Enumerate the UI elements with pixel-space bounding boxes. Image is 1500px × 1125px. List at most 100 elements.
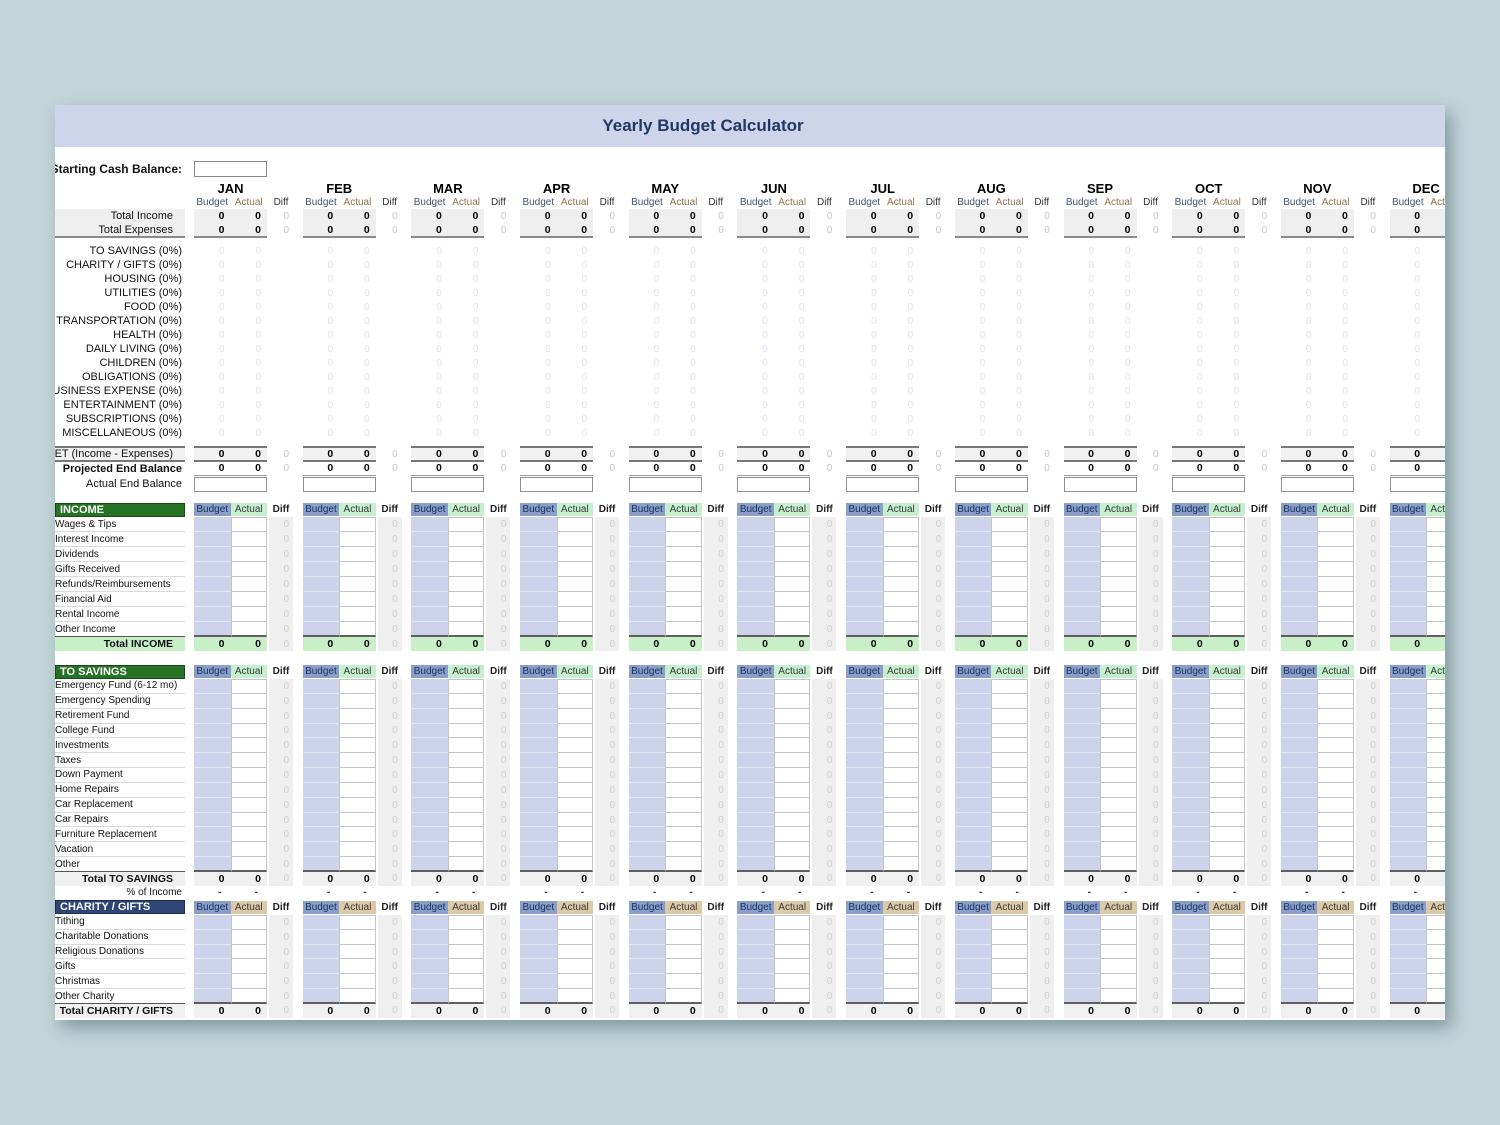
- actual-input-cell[interactable]: [1426, 945, 1445, 960]
- budget-input-cell[interactable]: [629, 945, 666, 960]
- actual-input-cell[interactable]: [557, 607, 594, 622]
- budget-input-cell[interactable]: [194, 783, 231, 798]
- budget-input-cell[interactable]: [303, 724, 340, 739]
- actual-input-cell[interactable]: [1209, 945, 1246, 960]
- actual-input-cell[interactable]: [1426, 989, 1445, 1004]
- actual-input-cell[interactable]: [665, 577, 702, 592]
- actual-input-cell[interactable]: [991, 945, 1028, 960]
- actual-input-cell[interactable]: [231, 577, 268, 592]
- budget-input-cell[interactable]: [629, 622, 666, 637]
- actual-input-cell[interactable]: [883, 577, 920, 592]
- actual-input-cell[interactable]: [1100, 592, 1137, 607]
- budget-input-cell[interactable]: [303, 945, 340, 960]
- budget-input-cell[interactable]: [520, 974, 557, 989]
- actual-input-cell[interactable]: [448, 989, 485, 1004]
- budget-input-cell[interactable]: [1281, 592, 1318, 607]
- budget-input-cell[interactable]: [846, 562, 883, 577]
- actual-input-cell[interactable]: [448, 945, 485, 960]
- actual-input-cell[interactable]: [1426, 709, 1445, 724]
- actual-input-cell[interactable]: [1209, 827, 1246, 842]
- budget-input-cell[interactable]: [955, 798, 992, 813]
- budget-input-cell[interactable]: [629, 827, 666, 842]
- actual-input-cell[interactable]: [1100, 709, 1137, 724]
- actual-input-cell[interactable]: [991, 857, 1028, 872]
- budget-input-cell[interactable]: [1390, 679, 1427, 694]
- actual-input-cell[interactable]: [1317, 989, 1354, 1004]
- actual-input-cell[interactable]: [774, 930, 811, 945]
- actual-input-cell[interactable]: [1317, 827, 1354, 842]
- budget-input-cell[interactable]: [955, 724, 992, 739]
- budget-input-cell[interactable]: [1281, 517, 1318, 532]
- budget-input-cell[interactable]: [1064, 562, 1101, 577]
- actual-input-cell[interactable]: [339, 679, 376, 694]
- actual-input-cell[interactable]: [883, 517, 920, 532]
- actual-input-cell[interactable]: [991, 813, 1028, 828]
- actual-input-cell[interactable]: [1209, 679, 1246, 694]
- budget-input-cell[interactable]: [1064, 577, 1101, 592]
- actual-input-cell[interactable]: [1426, 622, 1445, 637]
- budget-input-cell[interactable]: [737, 915, 774, 930]
- actual-input-cell[interactable]: [883, 783, 920, 798]
- budget-input-cell[interactable]: [955, 857, 992, 872]
- actual-input-cell[interactable]: [557, 813, 594, 828]
- budget-input-cell[interactable]: [737, 827, 774, 842]
- actual-input-cell[interactable]: [883, 768, 920, 783]
- budget-input-cell[interactable]: [737, 694, 774, 709]
- budget-input-cell[interactable]: [629, 547, 666, 562]
- actual-input-cell[interactable]: [231, 592, 268, 607]
- budget-input-cell[interactable]: [411, 532, 448, 547]
- budget-input-cell[interactable]: [194, 532, 231, 547]
- actual-input-cell[interactable]: [774, 989, 811, 1004]
- budget-input-cell[interactable]: [629, 592, 666, 607]
- budget-input-cell[interactable]: [1064, 694, 1101, 709]
- actual-input-cell[interactable]: [339, 694, 376, 709]
- budget-input-cell[interactable]: [1390, 532, 1427, 547]
- actual-input-cell[interactable]: [883, 724, 920, 739]
- actual-input-cell[interactable]: [883, 622, 920, 637]
- budget-input-cell[interactable]: [846, 724, 883, 739]
- actual-end-balance-input[interactable]: [1064, 477, 1137, 492]
- budget-input-cell[interactable]: [737, 592, 774, 607]
- actual-input-cell[interactable]: [231, 959, 268, 974]
- budget-input-cell[interactable]: [520, 813, 557, 828]
- budget-input-cell[interactable]: [520, 577, 557, 592]
- actual-input-cell[interactable]: [1426, 607, 1445, 622]
- budget-input-cell[interactable]: [1064, 753, 1101, 768]
- budget-input-cell[interactable]: [520, 798, 557, 813]
- actual-input-cell[interactable]: [1209, 562, 1246, 577]
- actual-input-cell[interactable]: [231, 798, 268, 813]
- actual-input-cell[interactable]: [774, 738, 811, 753]
- actual-input-cell[interactable]: [231, 827, 268, 842]
- budget-input-cell[interactable]: [737, 768, 774, 783]
- budget-input-cell[interactable]: [303, 562, 340, 577]
- budget-input-cell[interactable]: [1281, 562, 1318, 577]
- budget-input-cell[interactable]: [737, 989, 774, 1004]
- actual-input-cell[interactable]: [665, 945, 702, 960]
- actual-input-cell[interactable]: [231, 915, 268, 930]
- budget-input-cell[interactable]: [411, 857, 448, 872]
- budget-input-cell[interactable]: [1281, 607, 1318, 622]
- actual-input-cell[interactable]: [448, 930, 485, 945]
- budget-input-cell[interactable]: [1281, 753, 1318, 768]
- actual-input-cell[interactable]: [1317, 724, 1354, 739]
- budget-input-cell[interactable]: [520, 532, 557, 547]
- actual-input-cell[interactable]: [1209, 577, 1246, 592]
- actual-input-cell[interactable]: [991, 592, 1028, 607]
- budget-input-cell[interactable]: [737, 547, 774, 562]
- budget-input-cell[interactable]: [303, 753, 340, 768]
- budget-input-cell[interactable]: [846, 945, 883, 960]
- budget-input-cell[interactable]: [520, 724, 557, 739]
- actual-input-cell[interactable]: [665, 813, 702, 828]
- actual-input-cell[interactable]: [1426, 959, 1445, 974]
- budget-input-cell[interactable]: [1064, 798, 1101, 813]
- budget-input-cell[interactable]: [846, 547, 883, 562]
- budget-input-cell[interactable]: [1172, 930, 1209, 945]
- budget-input-cell[interactable]: [520, 679, 557, 694]
- actual-input-cell[interactable]: [557, 915, 594, 930]
- actual-input-cell[interactable]: [774, 798, 811, 813]
- budget-input-cell[interactable]: [1064, 738, 1101, 753]
- actual-input-cell[interactable]: [991, 930, 1028, 945]
- actual-input-cell[interactable]: [883, 857, 920, 872]
- budget-input-cell[interactable]: [411, 813, 448, 828]
- actual-input-cell[interactable]: [665, 709, 702, 724]
